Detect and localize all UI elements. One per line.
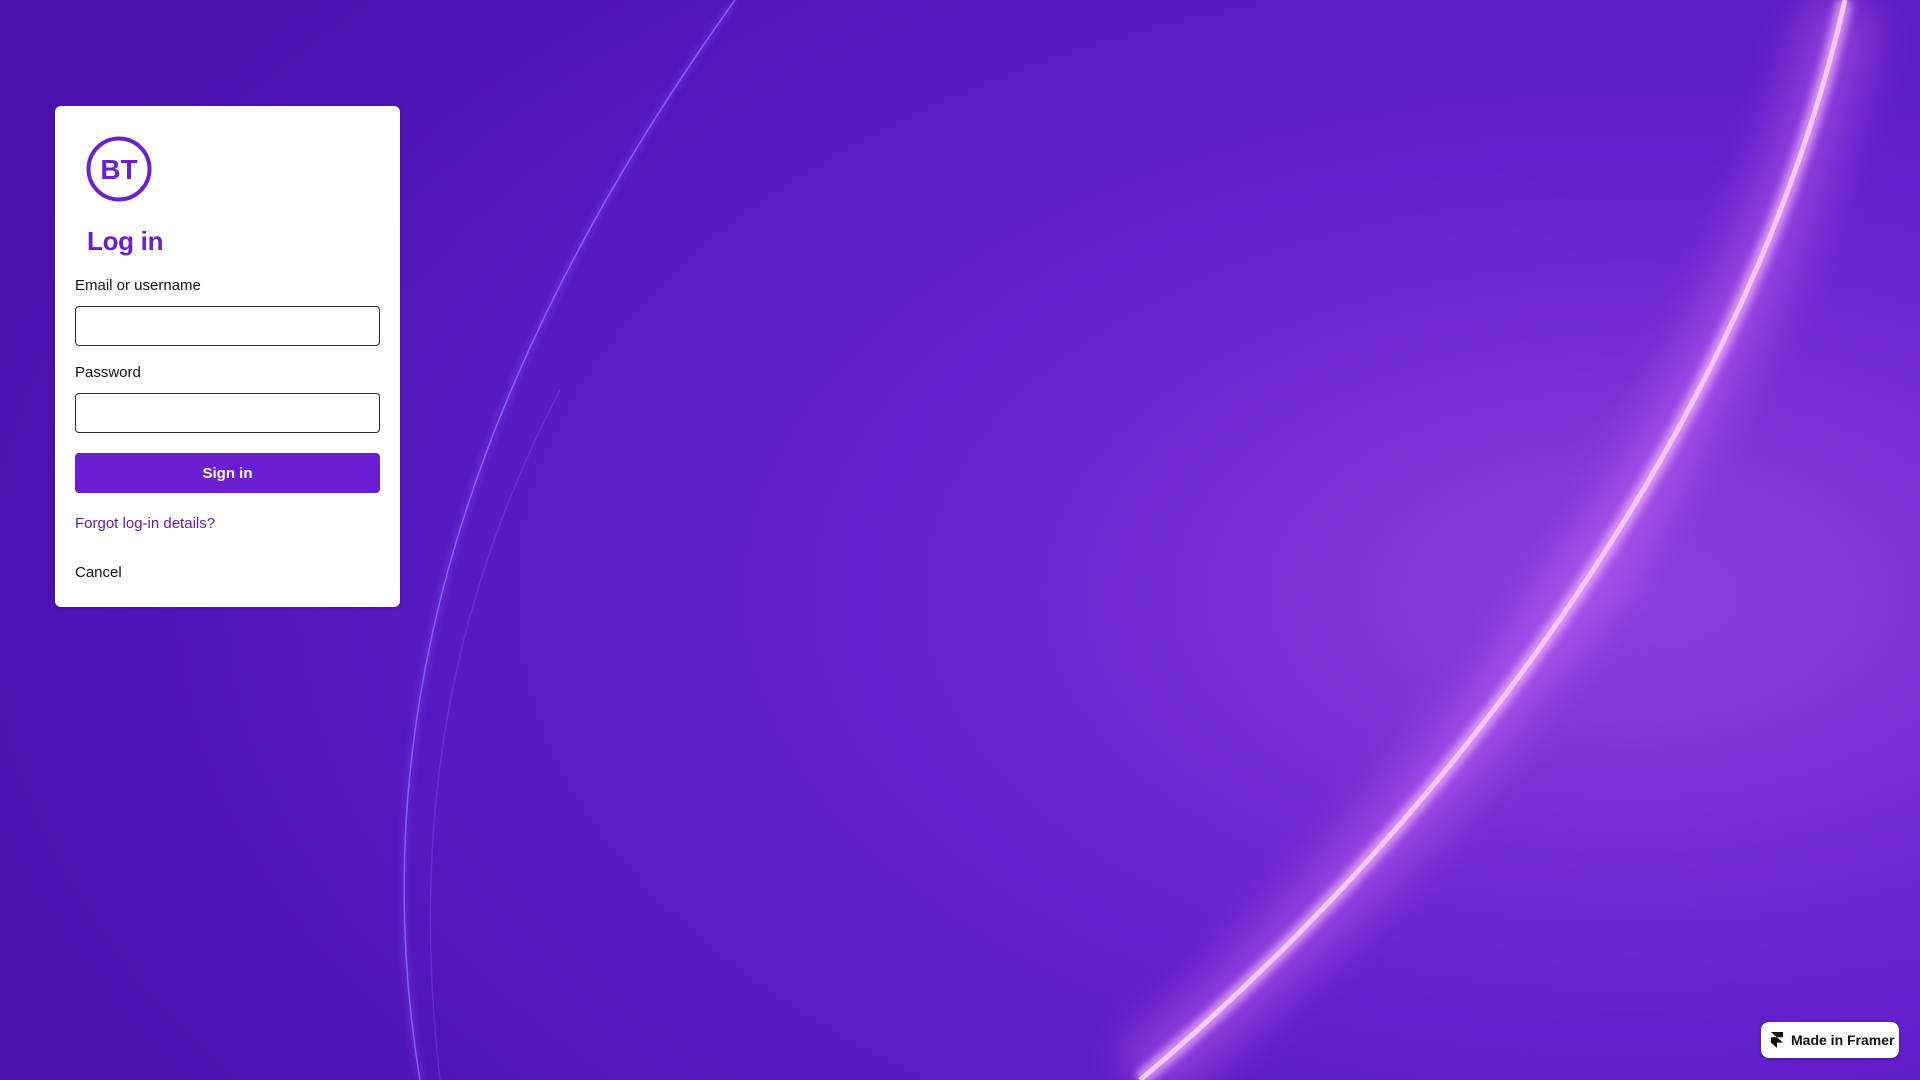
badge-label: Made in Framer: [1791, 1032, 1895, 1048]
email-input[interactable]: [75, 306, 380, 346]
forgot-login-link[interactable]: Forgot log-in details?: [75, 515, 215, 532]
password-label: Password: [75, 364, 141, 381]
framer-icon: [1771, 1032, 1783, 1048]
cancel-link[interactable]: Cancel: [75, 564, 122, 581]
email-label: Email or username: [75, 277, 201, 294]
page-title: Log in: [87, 226, 164, 256]
sign-in-button[interactable]: Sign in: [75, 453, 380, 493]
svg-text:BT: BT: [100, 154, 137, 185]
made-in-framer-badge[interactable]: Made in Framer: [1761, 1022, 1899, 1058]
password-input[interactable]: [75, 393, 380, 433]
login-card: BT Log in Email or username Password Sig…: [55, 106, 400, 607]
bt-logo: BT: [86, 136, 152, 202]
